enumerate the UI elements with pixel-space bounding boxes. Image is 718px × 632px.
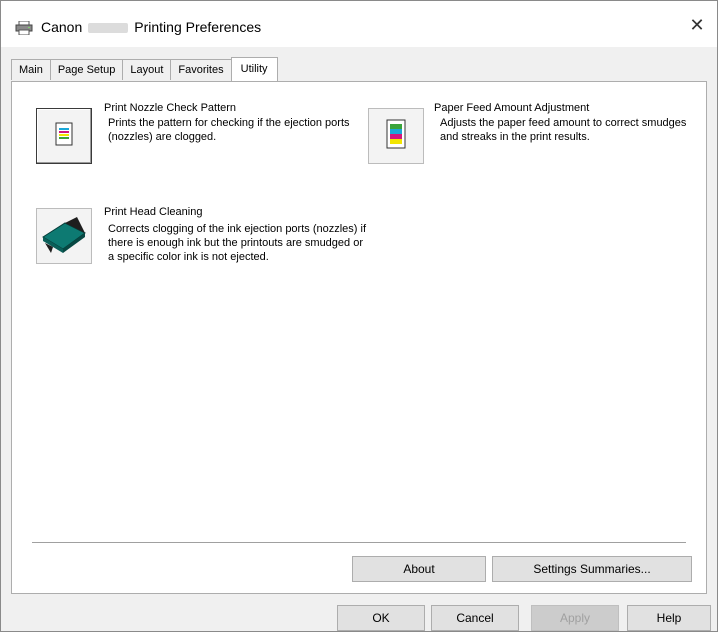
paper-feed-button[interactable] [368,108,424,164]
nozzle-check-title[interactable]: Print Nozzle Check Pattern [104,102,236,114]
settings-summaries-button[interactable]: Settings Summaries... [492,556,692,582]
print-head-cleaning-title[interactable]: Print Head Cleaning [104,206,202,218]
printer-icon [15,20,33,36]
apply-button[interactable]: Apply [531,605,619,631]
nozzle-check-button[interactable] [36,108,92,164]
panel-separator [32,542,686,544]
print-head-cleaning-button[interactable] [36,208,92,264]
utility-panel: Print Nozzle Check Pattern Prints the pa… [11,81,707,594]
close-button[interactable]: ✕ [687,15,707,35]
tab-main[interactable]: Main [11,59,51,80]
tab-bar: Main Page Setup Layout Favorites Utility [11,57,278,81]
window-title: Canon Printing Preferences [41,19,261,35]
tab-favorites[interactable]: Favorites [170,59,232,80]
redacted-model-name [88,23,129,34]
nozzle-check-icon [55,122,73,146]
paper-feed-icon [386,119,406,149]
paper-feed-description: Adjusts the paper feed amount to correct… [440,117,687,143]
about-button[interactable]: About [352,556,486,582]
printing-preferences-window: Canon Printing Preferences ✕ Main Page Se… [0,0,718,632]
nozzle-check-description: Prints the pattern for checking if the e… [108,117,350,143]
tab-utility[interactable]: Utility [230,57,278,81]
print-head-cleaning-description: Corrects clogging of the ink ejection po… [108,223,367,263]
title-prefix: Canon [41,19,83,35]
tab-layout[interactable]: Layout [122,59,172,80]
print-head-icon [42,217,86,253]
title-bar: Canon Printing Preferences ✕ [1,1,717,47]
help-button[interactable]: Help [627,605,711,631]
cancel-button[interactable]: Cancel [431,605,519,631]
ok-button[interactable]: OK [337,605,425,631]
paper-feed-title[interactable]: Paper Feed Amount Adjustment [434,102,589,114]
title-suffix: Printing Preferences [134,19,262,35]
tab-page-setup[interactable]: Page Setup [49,59,124,80]
